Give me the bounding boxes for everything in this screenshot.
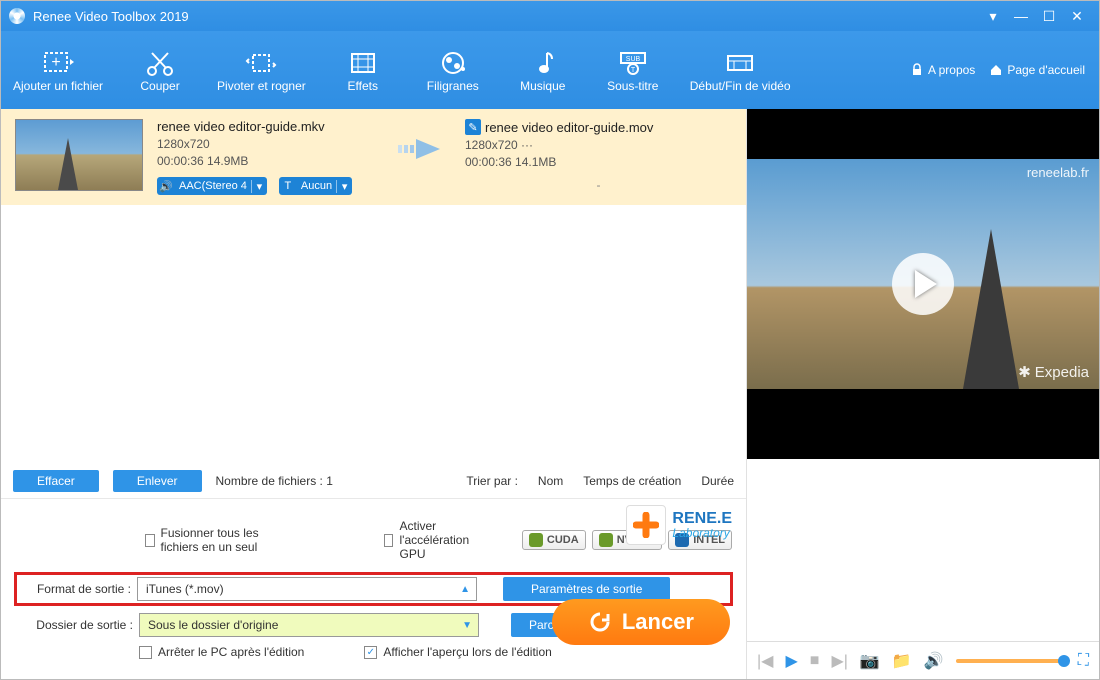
text-icon: T (279, 180, 297, 192)
film-icon (347, 49, 379, 77)
video-preview[interactable]: reneelab.fr ✱ Expedia (747, 109, 1099, 459)
preview-controls: |◀ ▶ ■ ▶| 📷 📁 🔊 ⛶ (747, 641, 1099, 679)
refresh-icon (588, 610, 612, 634)
prev-button[interactable]: |◀ (757, 651, 773, 671)
watermark-icon (437, 49, 469, 77)
output-filename: renee video editor-guide.mov (485, 120, 653, 135)
volume-slider[interactable] (956, 659, 1066, 663)
launch-button[interactable]: Lancer (552, 599, 730, 645)
format-label: Format de sortie : (19, 582, 137, 596)
shutdown-checkbox[interactable]: Arrêter le PC après l'édition (139, 645, 304, 659)
subtitle-track-pill[interactable]: T Aucun ▾ (279, 177, 352, 195)
output-placeholder: - (465, 178, 732, 192)
clear-button[interactable]: Effacer (13, 470, 99, 492)
brand-logo: RENE.ELaboratory (626, 505, 732, 545)
svg-text:+: + (51, 54, 60, 71)
add-file-icon: + (42, 49, 74, 77)
remove-button[interactable]: Enlever (113, 470, 202, 492)
svg-text:T: T (631, 67, 636, 74)
snapshot-button[interactable]: 📷 (860, 651, 880, 671)
home-icon (989, 63, 1003, 77)
chevron-down-icon: ▼ (462, 620, 472, 631)
sort-time[interactable]: Temps de création (583, 474, 681, 488)
plus-icon (633, 512, 659, 538)
output-params-button[interactable]: Paramètres de sortie (503, 577, 670, 601)
chevron-down-icon[interactable]: ▾ (251, 180, 267, 193)
chevron-down-icon[interactable]: ▾ (336, 180, 352, 193)
play-button[interactable]: ▶ (785, 651, 797, 671)
open-folder-button[interactable]: 📁 (892, 651, 912, 671)
convert-arrow-icon (391, 137, 451, 161)
rotate-crop-button[interactable]: Pivoter et rogner (205, 31, 318, 109)
stop-button[interactable]: ■ (810, 652, 820, 670)
watermark-top: reneelab.fr (1027, 165, 1089, 180)
file-count: Nombre de fichiers : 1 (216, 474, 333, 488)
home-link[interactable]: Page d'accueil (989, 63, 1085, 77)
file-row[interactable]: renee video editor-guide.mkv 1280x720 00… (1, 109, 746, 205)
play-overlay-icon[interactable] (892, 253, 954, 315)
speaker-icon: 🔊 (157, 180, 175, 193)
fullscreen-button[interactable]: ⛶ (1078, 652, 1089, 670)
preview-checkbox[interactable]: ✓ Afficher l'aperçu lors de l'édition (364, 645, 551, 659)
merge-checkbox[interactable]: Fusionner tous les fichiers en un seul (145, 526, 296, 554)
title-bar: Renee Video Toolbox 2019 ▾ — ☐ ✕ (1, 1, 1099, 31)
start-end-button[interactable]: Début/Fin de vidéo (678, 31, 803, 109)
music-button[interactable]: Musique (498, 31, 588, 109)
sort-duration[interactable]: Durée (701, 474, 734, 488)
audio-track-pill[interactable]: 🔊 AAC(Stereo 4 ▾ (157, 177, 267, 195)
volume-icon[interactable]: 🔊 (924, 651, 944, 671)
next-button[interactable]: ▶| (831, 651, 847, 671)
cuda-badge: CUDA (522, 530, 586, 550)
svg-text:SUB: SUB (626, 56, 641, 63)
subtitle-button[interactable]: SUBT Sous-titre (588, 31, 678, 109)
sort-name[interactable]: Nom (538, 474, 563, 488)
close-button[interactable]: ✕ (1063, 8, 1091, 25)
startend-icon (724, 49, 756, 77)
edit-icon[interactable]: ✎ (465, 119, 481, 135)
maximize-button[interactable]: ☐ (1035, 8, 1063, 25)
chevron-up-icon: ▲ (460, 584, 470, 595)
source-meta: 00:00:36 14.9MB (157, 154, 377, 168)
about-link[interactable]: A propos (910, 63, 975, 77)
output-format-combo[interactable]: iTunes (*.mov) ▲ (137, 577, 477, 601)
app-title: Renee Video Toolbox 2019 (33, 9, 189, 24)
scissors-icon (144, 49, 176, 77)
minimize-button[interactable]: — (1007, 8, 1035, 24)
add-file-button[interactable]: + Ajouter un fichier (1, 31, 115, 109)
output-folder-combo[interactable]: Sous le dossier d'origine ▼ (139, 613, 479, 637)
list-footer: Effacer Enlever Nombre de fichiers : 1 T… (1, 464, 746, 498)
output-meta: 00:00:36 14.1MB (465, 155, 732, 169)
source-resolution: 1280x720 (157, 137, 377, 151)
subtitle-icon: SUB T (617, 49, 649, 77)
music-icon (527, 49, 559, 77)
video-thumbnail (15, 119, 143, 191)
app-logo-icon (9, 8, 25, 24)
dropdown-icon[interactable]: ▾ (979, 8, 1007, 25)
source-filename: renee video editor-guide.mkv (157, 119, 377, 134)
output-resolution: 1280x720 ··· (465, 138, 732, 152)
file-list: renee video editor-guide.mkv 1280x720 00… (1, 109, 746, 464)
watermark-bottom: ✱ Expedia (1018, 363, 1089, 381)
crop-icon (245, 49, 277, 77)
lock-icon (910, 63, 924, 77)
settings-panel: Fusionner tous les fichiers en un seul A… (1, 498, 746, 679)
toolbar: + Ajouter un fichier Couper Pivoter et r… (1, 31, 1099, 109)
watermark-button[interactable]: Filigranes (408, 31, 498, 109)
effects-button[interactable]: Effets (318, 31, 408, 109)
gpu-checkbox[interactable]: Activer l'accélération GPU (384, 519, 494, 561)
folder-label: Dossier de sortie : (15, 618, 133, 632)
sort-by-label: Trier par : (466, 474, 518, 488)
cut-button[interactable]: Couper (115, 31, 205, 109)
